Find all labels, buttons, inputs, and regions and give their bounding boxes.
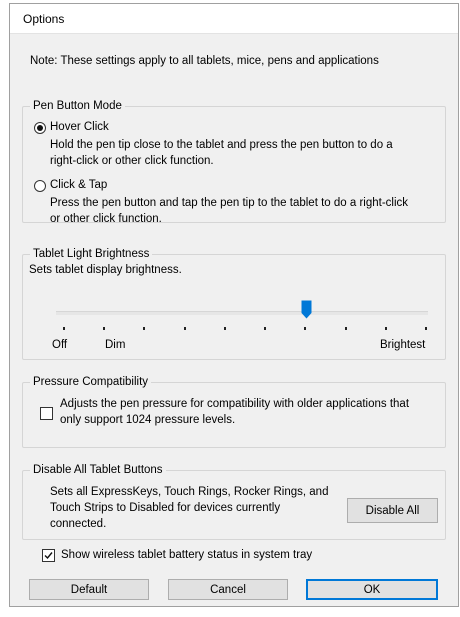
slider-tick	[384, 327, 387, 330]
cancel-button[interactable]: Cancel	[168, 579, 288, 600]
battery-status-checkbox[interactable]	[42, 549, 55, 562]
hover-click-description-line: right-click or other click function.	[50, 155, 214, 167]
click-and-tap-description: Press the pen button and tap the pen tip…	[50, 195, 408, 227]
pressure-description-line: only support 1024 pressure levels.	[60, 414, 236, 426]
click-and-tap-description-line: Press the pen button and tap the pen tip…	[50, 197, 409, 209]
slider-tick	[63, 327, 65, 330]
disable-all-button[interactable]: Disable All	[347, 498, 438, 523]
pen-button-mode-group: Pen Button Mode Hover Click Hold the pen…	[22, 100, 446, 225]
hover-click-label[interactable]: Hover Click	[50, 121, 109, 133]
slider-tick	[425, 327, 427, 330]
slider-track[interactable]	[56, 311, 428, 315]
brightness-low-label: Dim	[105, 339, 126, 351]
check-mark-icon	[44, 552, 53, 560]
pressure-description-line: Adjusts the pen pressure for compatibili…	[60, 398, 410, 410]
disable-buttons-description: Sets all ExpressKeys, Touch Rings, Rocke…	[50, 484, 328, 532]
pressure-description[interactable]: Adjusts the pen pressure for compatibili…	[60, 396, 409, 428]
window-title: Options	[23, 12, 65, 26]
pressure-group: Pressure Compatibility Adjusts the pen p…	[22, 376, 446, 448]
pressure-checkbox[interactable]	[40, 407, 53, 420]
disable-buttons-description-line: Sets all ExpressKeys, Touch Rings, Rocke…	[50, 486, 329, 498]
slider-tick	[264, 327, 267, 330]
battery-status-label[interactable]: Show wireless tablet battery status in s…	[61, 549, 312, 561]
brightness-max-label: Brightest	[380, 339, 426, 351]
disable-buttons-legend: Disable All Tablet Buttons	[33, 464, 163, 476]
click-and-tap-label[interactable]: Click & Tap	[50, 179, 107, 191]
hover-click-description: Hold the pen tip close to the tablet and…	[50, 137, 393, 169]
slider-tick	[223, 327, 226, 330]
hover-click-radio[interactable]	[34, 122, 46, 134]
options-dialog: Options Note: These settings apply to al…	[9, 3, 459, 607]
slider-thumb[interactable]	[301, 300, 312, 319]
slider-tick	[304, 327, 307, 330]
slider-tick	[183, 327, 186, 330]
click-and-tap-description-line: or other click function.	[50, 213, 162, 225]
brightness-legend: Tablet Light Brightness	[33, 248, 150, 260]
brightness-description: Sets tablet display brightness.	[29, 264, 182, 276]
slider-tick	[103, 327, 106, 330]
disable-buttons-description-line: Touch Strips to Disabled for devices cur…	[50, 502, 281, 514]
default-button[interactable]: Default	[29, 579, 149, 600]
hover-click-description-line: Hold the pen tip close to the tablet and…	[50, 139, 393, 151]
pressure-legend: Pressure Compatibility	[33, 376, 149, 388]
ok-button[interactable]: OK	[306, 579, 438, 600]
brightness-min-label: Off	[52, 339, 68, 351]
title-bar[interactable]: Options	[10, 4, 458, 34]
disable-buttons-group: Disable All Tablet Buttons Sets all Expr…	[22, 464, 446, 540]
disable-buttons-description-line: connected.	[50, 518, 107, 530]
click-and-tap-radio[interactable]	[34, 180, 46, 192]
slider-tick	[344, 327, 347, 330]
pen-button-mode-legend: Pen Button Mode	[33, 100, 122, 112]
slider-tick	[143, 327, 146, 330]
settings-note: Note: These settings apply to all tablet…	[30, 55, 379, 67]
